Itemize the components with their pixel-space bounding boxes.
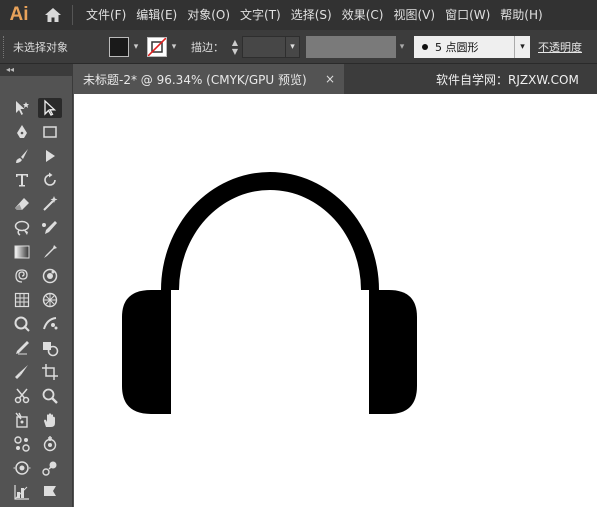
live-paint-icon[interactable] xyxy=(38,434,62,454)
headphone-band xyxy=(161,172,379,290)
mesh-icon[interactable] xyxy=(10,290,34,310)
pen-icon[interactable] xyxy=(10,122,34,142)
flare-icon[interactable] xyxy=(38,458,62,478)
stroke-width-dropdown-icon[interactable]: ▾ xyxy=(286,35,300,58)
puppet-warp-icon[interactable] xyxy=(10,434,34,454)
profile-dropdown-icon[interactable]: ▾ xyxy=(396,36,408,58)
artboard-icon[interactable] xyxy=(38,362,62,382)
flag-icon[interactable] xyxy=(38,482,62,502)
magic-wand-icon[interactable] xyxy=(38,194,62,214)
menu-select[interactable]: 选择(S) xyxy=(286,0,337,30)
stroke-stepper-icon[interactable]: ▲ ▼ xyxy=(228,36,242,58)
tools-panel: ◂◂ xyxy=(0,64,73,507)
menu-window[interactable]: 窗口(W) xyxy=(440,0,495,30)
stroke-label[interactable]: 描边： xyxy=(191,39,224,55)
app-logo: Ai xyxy=(9,4,29,25)
eyeglass-icon[interactable] xyxy=(10,458,34,478)
menu-edit[interactable]: 编辑(E) xyxy=(131,0,182,30)
brush-dropdown-icon[interactable]: ▾ xyxy=(514,35,530,58)
type-icon[interactable] xyxy=(10,170,34,190)
symbol-sprayer-icon[interactable] xyxy=(38,314,62,334)
hand-icon[interactable] xyxy=(38,410,62,430)
selection-status: 未选择对象 xyxy=(13,40,68,54)
slice-icon[interactable] xyxy=(10,410,34,430)
spiral-icon[interactable] xyxy=(10,266,34,286)
perspective-icon[interactable] xyxy=(38,290,62,310)
document-tab-bar: 未标题-2* @ 96.34% (CMYK/GPU 预览) × 软件自学网：RJ… xyxy=(73,64,597,94)
brush-value: 5 点圆形 xyxy=(435,40,479,54)
direct-selection-icon[interactable] xyxy=(38,98,62,118)
menu-view[interactable]: 视图(V) xyxy=(388,0,440,30)
fill-dropdown-icon[interactable]: ▾ xyxy=(129,37,143,57)
anchor-pen-icon[interactable] xyxy=(38,218,62,238)
document-tab-title: 未标题-2* @ 96.34% (CMYK/GPU 预览) xyxy=(83,72,307,87)
rotate-icon[interactable] xyxy=(38,170,62,190)
watermark-text: 软件自学网：RJZXW.COM xyxy=(436,72,579,87)
home-icon[interactable] xyxy=(38,0,68,30)
stroke-dropdown-icon[interactable]: ▾ xyxy=(167,37,181,57)
brush-definition[interactable]: 5 点圆形 xyxy=(414,35,514,58)
rectangle-icon[interactable] xyxy=(38,122,62,142)
knife-icon[interactable] xyxy=(10,362,34,382)
menu-type[interactable]: 文字(T) xyxy=(235,0,286,30)
headphone-artwork[interactable] xyxy=(74,94,597,507)
magic-selection-icon[interactable] xyxy=(10,98,34,118)
stroke-width-input[interactable] xyxy=(242,35,286,58)
gradient-icon[interactable] xyxy=(10,242,34,262)
artboard-canvas[interactable] xyxy=(74,94,597,507)
close-icon[interactable]: × xyxy=(325,64,335,94)
menu-help[interactable]: 帮助(H) xyxy=(495,0,547,30)
blob-icon[interactable] xyxy=(38,266,62,286)
headphone-left-cup xyxy=(122,290,171,414)
fill-swatch[interactable] xyxy=(109,36,129,57)
menu-divider xyxy=(72,5,73,25)
variable-width-profile[interactable] xyxy=(306,35,396,58)
brush-dot-icon xyxy=(422,43,428,50)
menu-file[interactable]: 文件(F) xyxy=(81,0,131,30)
eyedropper-icon[interactable] xyxy=(38,242,62,262)
collapse-panel-icon[interactable]: ◂◂ xyxy=(0,64,72,76)
scissors-icon[interactable] xyxy=(10,386,34,406)
zoom-icon[interactable] xyxy=(38,386,62,406)
menu-bar: Ai 文件(F) 编辑(E) 对象(O) 文字(T) 选择(S) 效果(C) 视… xyxy=(0,0,597,30)
document-tab[interactable]: 未标题-2* @ 96.34% (CMYK/GPU 预览) xyxy=(73,64,344,94)
warp-icon[interactable] xyxy=(10,314,34,334)
eraser-icon[interactable] xyxy=(10,194,34,214)
headphone-right-cup xyxy=(369,290,417,414)
brush-icon[interactable] xyxy=(10,146,34,166)
control-bar: 未选择对象 ▾ ▾ 描边： ▲ ▼ ▾ ▾ 5 点圆形 ▾ 不透明度 xyxy=(0,30,597,64)
shape-builder-icon[interactable] xyxy=(38,338,62,358)
opacity-link[interactable]: 不透明度 xyxy=(538,39,582,55)
panel-grip[interactable] xyxy=(3,35,9,58)
shaper-icon[interactable] xyxy=(38,146,62,166)
column-graph-icon[interactable] xyxy=(10,482,34,502)
stroke-swatch[interactable] xyxy=(147,36,167,57)
menu-object[interactable]: 对象(O) xyxy=(182,0,235,30)
menu-effect[interactable]: 效果(C) xyxy=(337,0,389,30)
pencil-icon[interactable] xyxy=(10,338,34,358)
lasso-icon[interactable] xyxy=(10,218,34,238)
